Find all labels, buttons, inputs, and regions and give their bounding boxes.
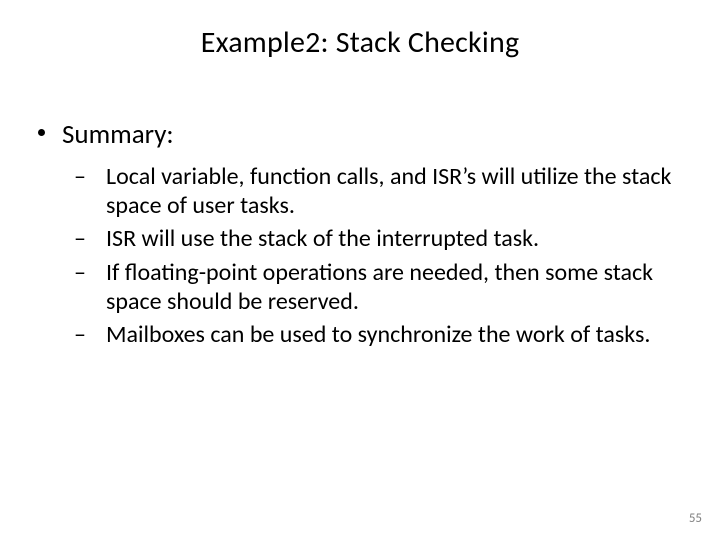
slide: Example2: Stack Checking Summary: – Loca… <box>0 0 720 540</box>
summary-heading: Summary: <box>36 118 684 152</box>
list-item-text: Mailboxes can be used to synchronize the… <box>106 320 650 349</box>
list-item: – Mailboxes can be used to synchronize t… <box>36 320 684 349</box>
bullet-icon <box>38 129 45 136</box>
list-item: – Local variable, function calls, and IS… <box>36 162 684 221</box>
page-number: 55 <box>689 511 702 526</box>
list-item-text: Local variable, function calls, and ISR’… <box>106 162 671 220</box>
dash-icon: – <box>90 320 106 349</box>
list-item-text: If floating-point operations are needed,… <box>106 258 653 316</box>
dash-icon: – <box>90 224 106 253</box>
slide-title: Example2: Stack Checking <box>0 24 720 61</box>
list-item: – ISR will use the stack of the interrup… <box>36 224 684 253</box>
dash-icon: – <box>90 162 106 191</box>
list-item: – If floating-point operations are neede… <box>36 258 684 317</box>
dash-icon: – <box>90 258 106 287</box>
summary-label: Summary: <box>62 118 174 151</box>
slide-body: Summary: – Local variable, function call… <box>36 118 684 353</box>
list-item-text: ISR will use the stack of the interrupte… <box>106 224 539 253</box>
